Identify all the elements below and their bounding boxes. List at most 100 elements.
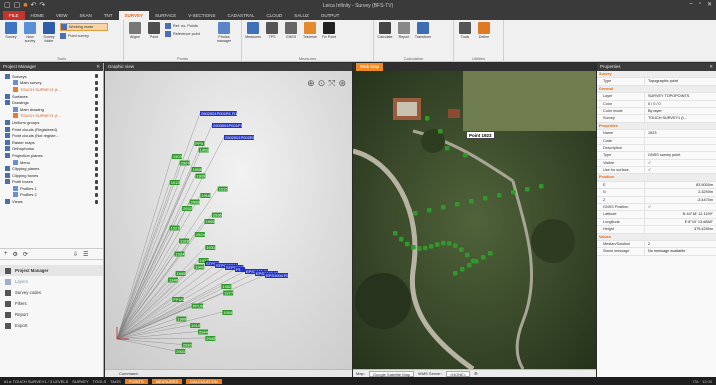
map-survey-point[interactable]: [511, 190, 516, 195]
point-label[interactable]: 1990: [204, 219, 215, 224]
settings-icon[interactable]: ⚙: [13, 251, 18, 258]
point-label[interactable]: PPU04: [191, 303, 206, 309]
nav-survey-codes[interactable]: Survey codes: [0, 287, 103, 298]
point-label[interactable]: 2945: [205, 336, 216, 341]
pin-icon[interactable]: [95, 146, 98, 151]
property-value[interactable]: ✓: [645, 204, 716, 210]
point-label[interactable]: 1915: [217, 186, 229, 192]
add-icon[interactable]: +: [4, 251, 8, 257]
tree-item[interactable]: TOUCH SURVEY1 (t...: [2, 86, 101, 93]
tab-tnt[interactable]: TNT: [98, 11, 119, 20]
command-line[interactable]: Command:: [105, 369, 352, 377]
map-survey-point[interactable]: [525, 187, 530, 192]
tab-saluz[interactable]: SALUZ: [288, 11, 315, 20]
ref-points-button[interactable]: Ref. no. Points: [165, 23, 213, 29]
point-label[interactable]: 2936: [211, 212, 223, 218]
point-label[interactable]: 1908: [191, 167, 203, 172]
point-label[interactable]: 2902001P001R1 R1: [200, 111, 238, 116]
point-label[interactable]: 2931: [175, 349, 186, 354]
tree-item[interactable]: Uniform groups: [2, 119, 101, 126]
tree-item[interactable]: Raster maps: [2, 139, 101, 146]
pin-icon[interactable]: [95, 192, 98, 197]
map-survey-point[interactable]: [427, 208, 432, 213]
map-survey-point[interactable]: [469, 199, 474, 204]
property-value[interactable]: [645, 138, 716, 144]
map-survey-point[interactable]: [441, 240, 446, 246]
point-survey-button[interactable]: Point survey: [60, 33, 108, 39]
point-label[interactable]: PP0: [194, 141, 205, 146]
nav-export[interactable]: Export: [0, 320, 103, 331]
map-survey-point[interactable]: [474, 259, 479, 264]
settings-icon[interactable]: ⚙: [474, 370, 478, 377]
property-value[interactable]: [645, 145, 716, 151]
pin-icon[interactable]: [95, 94, 98, 99]
pin-icon[interactable]: [95, 80, 98, 85]
refresh-icon[interactable]: ⟳: [23, 251, 28, 258]
tab-view[interactable]: VIEW: [50, 11, 74, 20]
pin-icon[interactable]: [95, 113, 98, 118]
map-survey-point[interactable]: [405, 241, 410, 247]
pin-icon[interactable]: [95, 87, 98, 92]
close-icon[interactable]: ✕: [96, 63, 100, 71]
pin-icon[interactable]: [95, 133, 98, 138]
point-label[interactable]: EPS1004 R1: [265, 273, 290, 278]
point-label[interactable]: 1910: [190, 323, 201, 328]
map-survey-point[interactable]: [465, 252, 470, 258]
status-item[interactable]: CALCULATION: [186, 378, 222, 384]
tree-item[interactable]: Profil boxes: [2, 179, 101, 186]
nav-report[interactable]: Report: [0, 309, 103, 320]
web-map-panel[interactable]: Web Map Point 1923 Map: Google Satellite…: [353, 63, 596, 377]
map-survey-point[interactable]: [539, 184, 544, 189]
map-survey-point[interactable]: [483, 196, 488, 201]
web-map-tab[interactable]: Web Map: [356, 63, 384, 71]
point-label[interactable]: 1945: [175, 271, 187, 276]
point-label[interactable]: 1999: [176, 316, 187, 322]
point-label[interactable]: 1934: [174, 251, 185, 257]
point-label[interactable]: 1916: [200, 193, 211, 198]
layers-icon[interactable]: ☰: [83, 251, 88, 258]
tab-skan[interactable]: SKAN: [74, 11, 98, 20]
tree-item[interactable]: Surveys: [2, 73, 101, 80]
map-survey-point[interactable]: [445, 146, 450, 151]
point-label[interactable]: 2932: [182, 206, 193, 211]
map-survey-point[interactable]: [453, 243, 458, 248]
map-survey-point[interactable]: [460, 267, 465, 272]
point-label[interactable]: 1921: [169, 225, 181, 231]
tree-item[interactable]: Main drawing: [2, 106, 101, 113]
point-label[interactable]: 2907: [179, 160, 191, 166]
point-graph[interactable]: 2902001P001R1 R1 2903001P001P1 2902001P002…: [105, 71, 352, 369]
nav-project-manager[interactable]: Project Manager: [0, 265, 103, 276]
status-item[interactable]: TAGS: [110, 379, 121, 384]
satellite-map[interactable]: [353, 71, 596, 369]
map-survey-point[interactable]: [497, 193, 502, 198]
pin-icon[interactable]: [95, 100, 98, 105]
property-value[interactable]: 375.4250m: [645, 226, 716, 232]
tree-item[interactable]: Profiles 2: [2, 192, 101, 199]
point-label[interactable]: 1977: [223, 290, 234, 296]
point-label[interactable]: PPU02: [172, 297, 187, 302]
map-survey-point[interactable]: [488, 251, 493, 256]
point-label[interactable]: 1908: [198, 147, 210, 153]
point-label[interactable]: 2930: [181, 342, 193, 348]
point-label[interactable]: 1903: [171, 154, 183, 159]
map-survey-point[interactable]: [411, 244, 416, 250]
property-value[interactable]: 2.3290m: [645, 189, 716, 195]
point-label[interactable]: 2902001P002R1: [224, 135, 256, 140]
property-value[interactable]: SURVEY TOPOPOINTS: [645, 93, 716, 99]
map-survey-point[interactable]: [459, 247, 464, 252]
point-label[interactable]: P1: [235, 267, 245, 272]
map-survey-point[interactable]: [399, 236, 404, 242]
tab-v-sections[interactable]: V-SECTIONS: [182, 11, 221, 20]
pin-icon[interactable]: [95, 179, 98, 184]
tree-item[interactable]: Views: [2, 198, 101, 205]
point-label[interactable]: 2944: [198, 329, 209, 335]
tree-item[interactable]: Projection planes: [2, 152, 101, 159]
status-item[interactable]: TOOLS: [93, 379, 107, 384]
map-survey-point[interactable]: [393, 231, 398, 236]
map-survey-point[interactable]: [435, 242, 440, 247]
tree-item[interactable]: Menu: [2, 159, 101, 166]
property-value[interactable]: 2: [645, 241, 716, 247]
tab-output[interactable]: OUTPUT: [315, 11, 346, 20]
tree-item[interactable]: Main survey: [2, 80, 101, 87]
status-item[interactable]: MEASURES: [151, 378, 183, 384]
